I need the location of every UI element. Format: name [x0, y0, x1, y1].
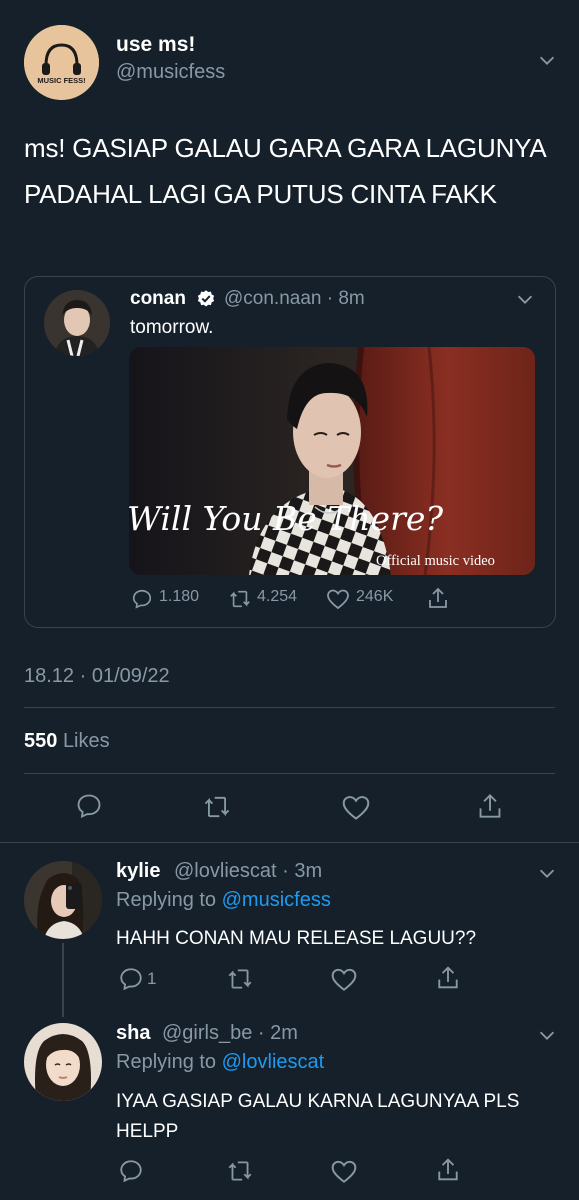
reply1-text: HAHH CONAN MAU RELEASE LAGUU?? — [116, 928, 477, 949]
like-button[interactable] — [341, 794, 371, 821]
chevron-down-icon[interactable] — [536, 1024, 558, 1046]
reply1-replying-to: Replying to @musicfess — [116, 889, 331, 912]
likes-summary[interactable]: 550 Likes — [24, 730, 110, 753]
music-video-thumbnail: Will You Be There? Official music video — [129, 347, 535, 575]
media-title-text: Will You Be There? — [129, 499, 443, 538]
likes-count: 550 — [24, 730, 58, 752]
quoted-display-name[interactable]: conan — [130, 288, 186, 310]
divider — [0, 842, 579, 843]
quoted-retweet-icon[interactable] — [228, 588, 252, 610]
quoted-like-count: 246K — [356, 588, 394, 605]
replying-prefix: Replying to — [116, 889, 217, 911]
thread-connector — [62, 943, 64, 1017]
avatar-photo — [24, 861, 102, 939]
reply1-reply-count: 1 — [147, 969, 157, 988]
reply1-like-icon[interactable] — [330, 967, 358, 992]
media-subtitle-text: Official music video — [376, 553, 495, 569]
main-handle[interactable]: @musicfess — [116, 61, 225, 84]
main-display-name[interactable]: use ms! — [116, 33, 195, 57]
replying-to-link[interactable]: @musicfess — [222, 889, 331, 911]
conan-avatar[interactable] — [44, 290, 110, 356]
tweet-timestamp[interactable]: 18.12 · 01/09/22 — [24, 665, 170, 688]
reply1-share-icon[interactable] — [436, 964, 460, 991]
musicfess-avatar[interactable]: MUSIC FESS! — [24, 25, 99, 100]
quoted-tweet-text: tomorrow. — [130, 317, 214, 338]
retweet-button[interactable] — [202, 793, 232, 821]
reply1-display-name[interactable]: kylie — [116, 860, 160, 883]
divider — [24, 707, 555, 708]
quoted-media-image[interactable]: Will You Be There? Official music video — [129, 347, 535, 575]
quoted-like-icon[interactable] — [326, 588, 350, 610]
main-tweet-text: ms! GASIAP GALAU GARA GARA LAGUNYA PADAH… — [24, 133, 546, 209]
replying-prefix: Replying to — [116, 1051, 217, 1073]
reply1-reply-icon[interactable] — [118, 966, 144, 992]
chevron-down-icon[interactable] — [536, 49, 558, 71]
reply1-handle-time[interactable]: @lovliescat · 3m — [174, 860, 322, 883]
quoted-handle-time[interactable]: @con.naan · 8m — [224, 288, 365, 310]
avatar-photo — [24, 1023, 102, 1101]
reply2-replying-to: Replying to @lovliescat — [116, 1051, 324, 1074]
reply2-retweet-icon[interactable] — [226, 1158, 254, 1184]
reply2-like-icon[interactable] — [330, 1159, 358, 1184]
reply2-handle-time[interactable]: @girls_be · 2m — [162, 1022, 298, 1045]
avatar-photo — [44, 290, 110, 356]
quoted-reply-count: 1.180 — [159, 588, 200, 605]
quoted-reply-icon[interactable] — [131, 588, 153, 610]
reply2-display-name[interactable]: sha — [116, 1022, 150, 1045]
reply2-reply-icon[interactable] — [118, 1158, 144, 1184]
musicfess-logo-icon: MUSIC FESS! — [24, 25, 99, 100]
quoted-share-icon[interactable] — [427, 586, 449, 610]
divider — [24, 773, 555, 774]
reply2-text: IYAA GASIAP GALAU KARNA LAGUNYAA PLS HEL… — [116, 1091, 520, 1142]
replying-to-link[interactable]: @lovliescat — [222, 1051, 325, 1073]
chevron-down-icon[interactable] — [514, 288, 536, 310]
reply1-retweet-icon[interactable] — [226, 966, 254, 992]
verified-badge-icon — [196, 289, 216, 309]
reply2-share-icon[interactable] — [436, 1156, 460, 1183]
chevron-down-icon[interactable] — [536, 862, 558, 884]
share-button[interactable] — [477, 791, 503, 821]
avatar-logo-text: MUSIC FESS! — [37, 76, 85, 85]
quoted-retweet-count: 4.254 — [257, 588, 298, 605]
sha-avatar[interactable] — [24, 1023, 102, 1101]
likes-label: Likes — [62, 730, 110, 752]
reply-button[interactable] — [75, 792, 103, 820]
kylie-avatar[interactable] — [24, 861, 102, 939]
